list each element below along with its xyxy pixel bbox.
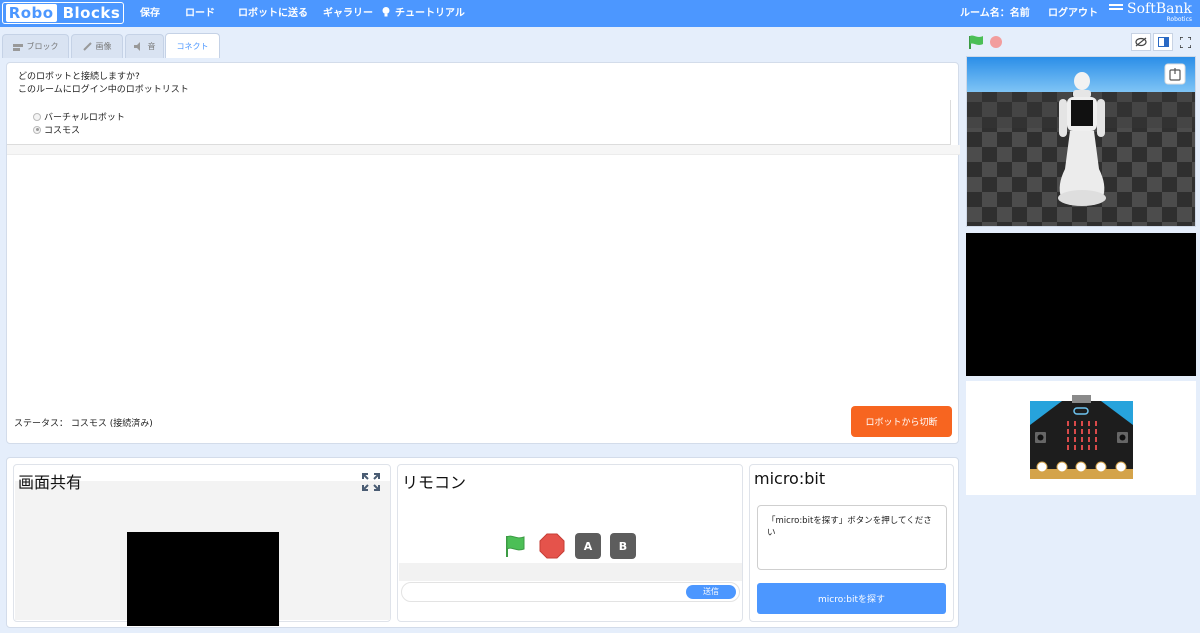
speaker-icon (133, 42, 140, 51)
brand-sub: Robotics (1166, 16, 1193, 23)
radio-button[interactable] (33, 112, 41, 121)
green-flag-icon[interactable] (968, 35, 984, 49)
top-menu-bar: Robo Blocks 保存 ロード ロボットに送る ギャラリー チュートリアル… (0, 0, 1200, 27)
layout-panel-icon (1157, 37, 1169, 47)
gallery-menu-item[interactable]: ギャラリー (323, 0, 373, 27)
send-to-robot-menu-item[interactable]: ロボットに送る (238, 0, 308, 27)
microbit-card: micro:bit 「micro:bitを探す」ボタンを押してください micr… (749, 464, 954, 622)
bottom-panels: 画面共有 リモコン A B 送信 micro:bit 「micro:bitを探す… (6, 457, 959, 628)
microbit-visual-panel (966, 381, 1196, 495)
robot-3d-viewer[interactable] (966, 56, 1196, 227)
tutorial-menu-item[interactable]: チュートリアル (381, 0, 465, 27)
hide-stage-button[interactable] (1131, 33, 1151, 51)
blocks-icon (12, 43, 23, 51)
screen-share-title: 画面共有 (18, 473, 83, 492)
tab-label: コネクト (176, 41, 209, 51)
send-button[interactable]: 送信 (686, 585, 736, 599)
brush-icon (82, 42, 92, 51)
tab-label: 音 (147, 42, 156, 51)
robot-option-cosmos[interactable]: コスモス (33, 123, 80, 136)
screen-share-area (15, 481, 390, 626)
tab-connect[interactable]: コネクト (165, 33, 220, 58)
stop-icon[interactable] (990, 36, 1002, 48)
tab-blocks[interactable]: ブロック (2, 34, 69, 58)
microbit-message: 「micro:bitを探す」ボタンを押してください (757, 505, 947, 570)
lightbulb-icon (382, 7, 390, 17)
tutorial-label: チュートリアル (395, 8, 465, 19)
robot-option-virtual[interactable]: バーチャルロボット (33, 110, 125, 123)
robot-list-footer (7, 145, 960, 155)
brand-name: SoftBank (1127, 1, 1192, 17)
green-flag-icon[interactable] (502, 533, 528, 559)
tab-image[interactable]: 画像 (71, 34, 123, 58)
microbit-board-icon (1030, 395, 1133, 479)
eye-off-icon (1135, 37, 1147, 47)
radio-button-selected[interactable] (33, 125, 41, 134)
room-name-label: ルーム名：名前 (960, 8, 1030, 19)
save-menu-item[interactable]: 保存 (140, 0, 160, 27)
microbit-title: micro:bit (754, 469, 826, 488)
fullscreen-stage-button[interactable] (1175, 33, 1195, 51)
expand-fullscreen-icon[interactable] (362, 473, 380, 491)
tab-sound[interactable]: 音 (125, 34, 164, 58)
robot-option-label: コスモス (44, 126, 81, 136)
stop-sign-icon[interactable] (539, 533, 565, 559)
logo-text-blocks: Blocks (62, 4, 121, 22)
remote-divider (399, 563, 742, 581)
connect-question: どのロボットと接続しますか? (18, 72, 140, 82)
fullscreen-icon (1179, 36, 1191, 48)
softbank-robotics-logo: SoftBank Robotics (1109, 1, 1193, 23)
robot-option-label: バーチャルロボット (44, 113, 125, 123)
tab-label: ブロック (26, 42, 59, 51)
remote-title: リモコン (402, 473, 467, 492)
connection-status: ステータス： コスモス (接続済み) (14, 419, 153, 429)
remote-button-a[interactable]: A (575, 533, 601, 559)
logout-menu-item[interactable]: ログアウト (1048, 0, 1098, 27)
find-microbit-button[interactable]: micro:bitを探す (757, 583, 946, 614)
disconnect-robot-button[interactable]: ロボットから切断 (851, 406, 952, 437)
robo-blocks-logo[interactable]: Robo Blocks (2, 2, 124, 24)
logo-text-robo: Robo (5, 4, 57, 22)
screen-share-video (127, 532, 279, 626)
connect-panel: どのロボットと接続しますか? このルームにログイン中のロボットリスト バーチャル… (6, 62, 960, 444)
virtual-robot-scene (967, 57, 1195, 226)
screen-share-card: 画面共有 (13, 464, 391, 626)
softbank-lines-icon (1109, 4, 1124, 12)
camera-view (966, 233, 1196, 376)
stage-layout-button[interactable] (1153, 33, 1173, 51)
robot-list-caption: このルームにログイン中のロボットリスト (18, 85, 189, 95)
tab-label: 画像 (95, 42, 112, 51)
remote-card: リモコン A B 送信 (397, 464, 743, 622)
robot-list (7, 100, 951, 145)
load-menu-item[interactable]: ロード (185, 0, 215, 27)
remote-button-b[interactable]: B (610, 533, 636, 559)
